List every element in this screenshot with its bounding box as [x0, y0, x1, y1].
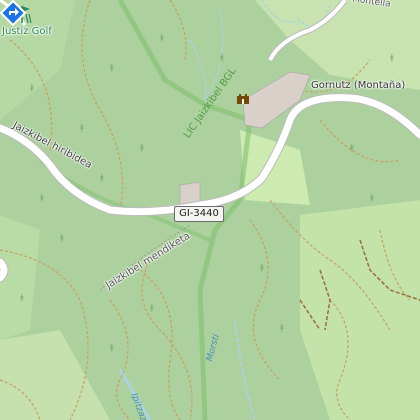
- svg-text:ǂ: ǂ: [260, 263, 264, 272]
- svg-text:ǂ: ǂ: [30, 83, 34, 92]
- svg-text:ǂ: ǂ: [80, 123, 84, 132]
- svg-text:ǂ: ǂ: [220, 53, 224, 62]
- svg-text:ǂ: ǂ: [350, 143, 354, 152]
- directions-pin-icon[interactable]: [0, 0, 26, 26]
- castle-icon[interactable]: [236, 91, 250, 105]
- map-canvas[interactable]: ǂ ǂ ǂ ǂ ǂ ǂ ǂ ǂ ǂ ǂ ǂ ǂ ǂ ǂ ǂ ǂ ǂ Justiz…: [0, 0, 420, 420]
- svg-text:ǂ: ǂ: [150, 303, 154, 312]
- svg-text:ǂ: ǂ: [110, 343, 114, 352]
- svg-text:ǂ: ǂ: [280, 323, 284, 332]
- svg-text:ǂ: ǂ: [110, 63, 114, 72]
- svg-text:ǂ: ǂ: [140, 143, 144, 152]
- mountain-label: Gornutz (Montaña): [311, 80, 406, 91]
- svg-text:ǂ: ǂ: [390, 53, 394, 62]
- svg-text:ǂ: ǂ: [100, 173, 104, 182]
- svg-text:ǂ: ǂ: [20, 293, 24, 302]
- road-shield[interactable]: GI-3440: [174, 206, 224, 222]
- svg-text:ǂ: ǂ: [160, 33, 164, 42]
- svg-text:ǂ: ǂ: [60, 233, 64, 242]
- golf-course-label: Justiz Golf: [2, 26, 52, 37]
- svg-text:ǂ: ǂ: [40, 193, 44, 202]
- svg-text:ǂ: ǂ: [370, 193, 374, 202]
